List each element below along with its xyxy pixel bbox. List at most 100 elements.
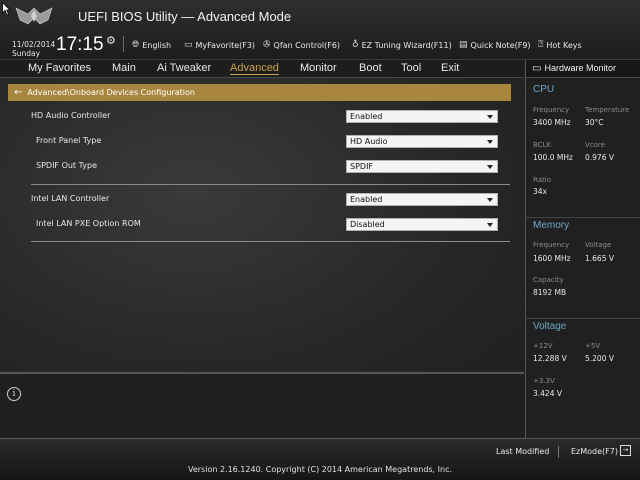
dropdown-value: Enabled (350, 195, 383, 204)
globe-icon: 🌐︎ (132, 40, 140, 50)
my-favorite-label: MyFavorite(F3) (195, 40, 256, 50)
memory-capacity-value: 8192 MB (533, 288, 567, 297)
settings-panel: HD Audio Controller Enabled Front Panel … (0, 104, 524, 366)
quick-note-label: Quick Note(F9) (470, 40, 531, 50)
note-icon: ▤ (459, 40, 468, 50)
voltage-12v-label: +12V (533, 342, 553, 350)
time-display[interactable]: 17:15 (56, 34, 104, 56)
lightbulb-icon: ♁ (352, 40, 359, 50)
hardware-monitor-title: ▭ Hardware Monitor (526, 60, 640, 78)
voltage-3v3-label: +3.3V (533, 377, 555, 385)
header: UEFI BIOS Utility — Advanced Mode 11/02/… (0, 0, 640, 60)
hot-keys-icon: ⍰ (538, 40, 544, 50)
divider (123, 36, 124, 52)
tab-advanced[interactable]: Advanced (230, 62, 279, 75)
tab-ai-tweaker[interactable]: Ai Tweaker (157, 62, 211, 74)
setting-label-hd-audio-controller: HD Audio Controller (31, 111, 111, 120)
setting-label-intel-lan-controller: Intel LAN Controller (31, 194, 110, 203)
qfan-label: Qfan Control(F6) (273, 40, 341, 50)
tab-monitor[interactable]: Monitor (300, 62, 337, 74)
ez-mode-button[interactable]: EzMode(F7) (571, 447, 618, 456)
fan-icon: ✇ (263, 40, 271, 50)
memory-voltage-label: Voltage (585, 241, 612, 249)
version-copyright: Version 2.16.1240. Copyright (C) 2014 Am… (187, 465, 453, 474)
tab-exit[interactable]: Exit (441, 62, 459, 74)
favorite-icon: ▭ (184, 40, 193, 50)
last-modified-button[interactable]: Last Modified (496, 447, 549, 456)
date-display: 11/02/2014 Sunday (12, 40, 55, 58)
chevron-down-icon (487, 140, 493, 144)
quick-note-button[interactable]: ▤ Quick Note(F9) (459, 39, 531, 51)
language-button[interactable]: 🌐︎ English (132, 39, 171, 51)
ez-tuning-wizard-button[interactable]: ♁ EZ Tuning Wizard(F11) (352, 39, 452, 51)
chevron-down-icon (487, 165, 493, 169)
mouse-cursor-icon (2, 2, 11, 16)
cpu-ratio-value: 34x (533, 187, 547, 196)
divider (558, 446, 559, 458)
intel-lan-pxe-option-rom-dropdown[interactable]: Disabled (346, 218, 498, 231)
monitor-icon: ▭ (532, 63, 542, 74)
section-divider (31, 184, 510, 185)
date-text: 11/02/2014 (12, 40, 56, 49)
hot-keys-button[interactable]: ⍰ Hot Keys (538, 39, 582, 51)
dropdown-value: Disabled (350, 220, 385, 229)
cpu-bclk-label: BCLK (533, 141, 552, 149)
tab-my-favorites[interactable]: My Favorites (28, 62, 91, 74)
cpu-temperature-value: 30°C (585, 118, 604, 127)
dropdown-value: Enabled (350, 112, 383, 121)
gear-icon[interactable]: ⚙ (106, 34, 116, 47)
ez-tuning-label: EZ Tuning Wizard(F11) (361, 40, 452, 50)
hd-audio-controller-dropdown[interactable]: Enabled (346, 110, 498, 123)
intel-lan-controller-dropdown[interactable]: Enabled (346, 193, 498, 206)
breadcrumb[interactable]: ← Advanced\Onboard Devices Configuration (8, 84, 511, 101)
dropdown-value: HD Audio (350, 137, 388, 146)
switch-mode-icon[interactable]: → (620, 445, 631, 456)
tab-boot[interactable]: Boot (359, 62, 382, 74)
spdif-out-type-dropdown[interactable]: SPDIF (346, 160, 498, 173)
section-divider (31, 241, 510, 242)
cpu-frequency-label: Frequency (533, 106, 570, 114)
hw-section-voltage: Voltage (526, 318, 640, 334)
cpu-frequency-value: 3400 MHz (533, 118, 571, 127)
hardware-monitor-label: Hardware Monitor (544, 63, 616, 73)
help-description-bar: i (0, 372, 524, 438)
setting-label-spdif-out-type: SPDIF Out Type (36, 161, 97, 170)
hw-section-cpu: CPU (533, 84, 555, 95)
info-icon[interactable]: i (7, 387, 21, 401)
voltage-5v-label: +5V (585, 342, 601, 350)
memory-frequency-value: 1600 MHz (533, 254, 571, 263)
voltage-12v-value: 12.288 V (533, 354, 567, 363)
back-arrow-icon[interactable]: ← (14, 87, 22, 98)
cpu-temperature-label: Temperature (585, 106, 630, 114)
memory-voltage-value: 1.665 V (585, 254, 614, 263)
cpu-bclk-value: 100.0 MHz (533, 153, 573, 162)
setting-label-intel-lan-pxe-option-rom: Intel LAN PXE Option ROM (36, 219, 141, 228)
language-label: English (142, 40, 172, 50)
tuf-logo (15, 7, 53, 25)
chevron-down-icon (487, 198, 493, 202)
main-menu-bar: My Favorites Main Ai Tweaker Advanced Mo… (0, 60, 524, 78)
hot-keys-label: Hot Keys (546, 40, 582, 50)
cpu-vcore-value: 0.976 V (585, 153, 614, 162)
hw-section-memory: Memory (526, 217, 640, 233)
breadcrumb-path: Advanced\Onboard Devices Configuration (27, 88, 195, 97)
memory-capacity-label: Capacity (533, 276, 564, 284)
memory-frequency-label: Frequency (533, 241, 570, 249)
my-favorite-button[interactable]: ▭ MyFavorite(F3) (184, 39, 255, 51)
tab-main[interactable]: Main (112, 62, 136, 74)
footer: Last Modified EzMode(F7) → Version 2.16.… (0, 438, 640, 480)
voltage-3v3-value: 3.424 V (533, 389, 562, 398)
day-text: Sunday (12, 49, 41, 58)
qfan-control-button[interactable]: ✇ Qfan Control(F6) (263, 39, 340, 51)
chevron-down-icon (487, 115, 493, 119)
setting-label-front-panel-type: Front Panel Type (36, 136, 102, 145)
cpu-vcore-label: Vcore (585, 141, 605, 149)
front-panel-type-dropdown[interactable]: HD Audio (346, 135, 498, 148)
app-title: UEFI BIOS Utility — Advanced Mode (78, 9, 292, 24)
cpu-ratio-label: Ratio (533, 176, 551, 184)
chevron-down-icon (487, 223, 493, 227)
hardware-monitor-panel: ▭ Hardware Monitor CPU Frequency Temperat… (525, 60, 640, 438)
voltage-5v-value: 5.200 V (585, 354, 614, 363)
tab-tool[interactable]: Tool (401, 62, 421, 74)
dropdown-value: SPDIF (350, 162, 374, 171)
